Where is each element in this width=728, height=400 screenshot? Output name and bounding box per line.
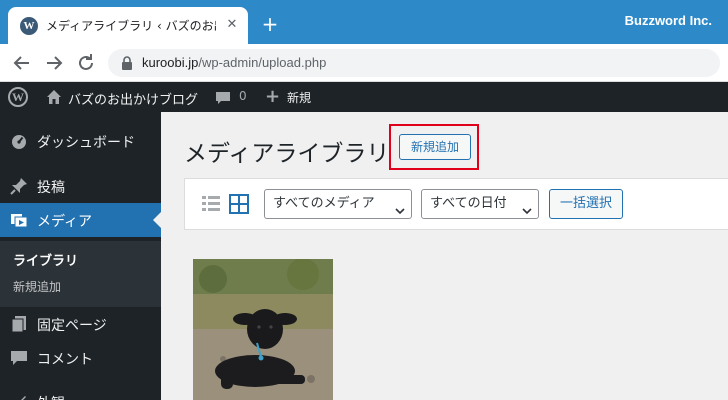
sidebar-item-dashboard[interactable]: ダッシュボード <box>0 124 161 158</box>
tab-title: メディアライブラリ ‹ バズのお出かけブログ <box>46 19 216 33</box>
appearance-icon <box>10 393 28 400</box>
page-icon <box>10 315 28 333</box>
comment-icon <box>10 349 28 367</box>
browser-tab-strip: W メディアライブラリ ‹ バズのお出かけブログ ✕ + Buzzword In… <box>0 0 728 44</box>
url-path: /wp-admin/upload.php <box>198 55 327 70</box>
date-value: すべての日付 <box>430 196 507 211</box>
sidebar-item-label: 固定ページ <box>37 318 107 334</box>
sidebar-item-label: 外観 <box>37 393 65 400</box>
sidebar-item-label: メディア <box>37 214 93 230</box>
date-select[interactable]: すべての日付 <box>421 189 539 219</box>
sidebar-item-label: ダッシュボード <box>37 135 135 151</box>
sidebar-item-posts[interactable]: 投稿 <box>0 169 161 203</box>
dashboard-icon <box>10 132 28 150</box>
page-title: メディアライブラリ <box>184 141 390 167</box>
tab-close-icon[interactable]: ✕ <box>222 15 242 35</box>
brand-label: Buzzword Inc. <box>624 13 712 28</box>
media-submenu: ライブラリ 新規追加 <box>0 241 161 307</box>
sidebar-item-media[interactable]: メディア <box>0 203 161 237</box>
sidebar-item-label: 投稿 <box>37 180 65 196</box>
comment-count: 0 <box>239 89 247 103</box>
comment-bubble-icon[interactable] <box>215 90 231 104</box>
sidebar-item-label: コメント <box>37 352 93 368</box>
wp-admin-bar: W バズのお出かけブログ 0 + 新規 <box>0 82 728 112</box>
lock-icon <box>120 55 134 71</box>
submenu-item-add-new[interactable]: 新規追加 <box>13 278 61 295</box>
wordpress-favicon-icon: W <box>20 17 38 35</box>
sidebar-item-pages[interactable]: 固定ページ <box>0 307 161 341</box>
media-type-select[interactable]: すべてのメディア <box>264 189 412 219</box>
media-type-value: すべてのメディア <box>273 196 375 211</box>
media-icon <box>10 211 28 229</box>
highlight-box: 新規追加 <box>389 124 479 170</box>
browser-tab[interactable]: W メディアライブラリ ‹ バズのお出かけブログ ✕ <box>8 7 248 44</box>
plus-icon[interactable]: + <box>265 86 280 107</box>
list-view-icon[interactable] <box>201 194 221 214</box>
back-icon[interactable] <box>10 51 34 75</box>
new-content-link[interactable]: 新規 <box>287 89 311 106</box>
submenu-item-library[interactable]: ライブラリ <box>13 250 78 269</box>
bulk-select-button[interactable]: 一括選択 <box>549 189 623 219</box>
forward-icon[interactable] <box>42 51 66 75</box>
sidebar-item-comments[interactable]: コメント <box>0 341 161 375</box>
media-thumbnail[interactable] <box>193 259 333 400</box>
chevron-down-icon <box>395 199 405 215</box>
admin-sidebar: ダッシュボード 投稿 メディア 固定ページ コメント 外観 ライブラリ 新規追加 <box>0 112 161 400</box>
home-icon[interactable] <box>45 88 63 106</box>
browser-toolbar: kuroobi.jp/wp-admin/upload.php <box>0 44 728 82</box>
pin-icon <box>10 177 28 195</box>
grid-view-icon[interactable] <box>229 194 249 214</box>
url-host: kuroobi.jp <box>142 55 199 70</box>
new-tab-button[interactable]: + <box>259 13 281 35</box>
lamb-photo <box>193 259 333 400</box>
sidebar-item-appearance[interactable]: 外観 <box>0 385 161 400</box>
add-new-button[interactable]: 新規追加 <box>399 134 471 160</box>
address-bar[interactable]: kuroobi.jp/wp-admin/upload.php <box>108 49 720 77</box>
url-text: kuroobi.jp/wp-admin/upload.php <box>142 55 326 70</box>
chevron-down-icon <box>522 199 532 215</box>
media-filter-bar: すべてのメディア すべての日付 一括選択 <box>184 178 728 230</box>
reload-icon[interactable] <box>74 51 98 75</box>
site-name-link[interactable]: バズのお出かけブログ <box>68 89 198 108</box>
wordpress-logo-icon[interactable]: W <box>8 87 28 107</box>
